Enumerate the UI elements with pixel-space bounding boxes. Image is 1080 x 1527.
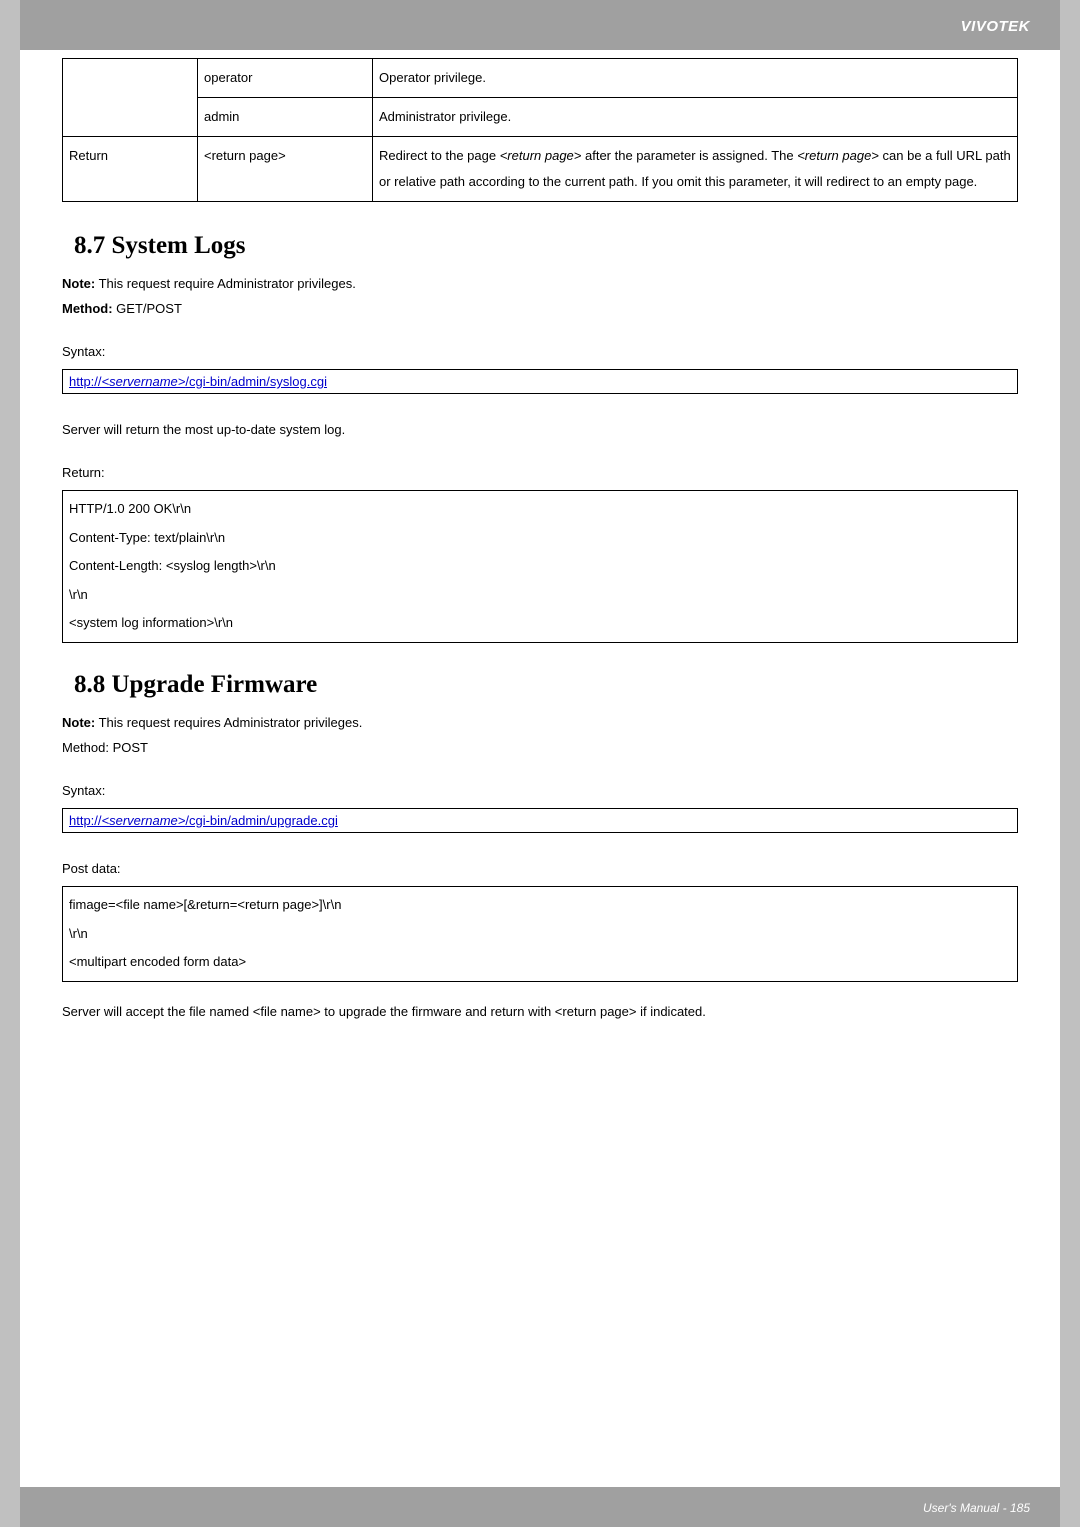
cell-return-desc: Redirect to the page <return page> after… <box>373 137 1018 202</box>
cell-admin: admin <box>198 98 373 137</box>
url-box: http://<servername>/cgi-bin/admin/syslog… <box>62 369 1018 394</box>
url-box: http://<servername>/cgi-bin/admin/upgrad… <box>62 808 1018 833</box>
section-heading-87: 8.7 System Logs <box>74 232 1018 260</box>
page: VIVOTEK operator Operator privilege. adm… <box>20 0 1060 1527</box>
return-code-box: HTTP/1.0 200 OK\r\n Content-Type: text/p… <box>62 490 1018 643</box>
table-row: Return <return page> Redirect to the pag… <box>63 137 1018 202</box>
url-frag-italic: <servername> <box>102 374 186 389</box>
url-frag-italic: <servername> <box>102 813 186 828</box>
cell-operator: operator <box>198 59 373 98</box>
code-line: \r\n <box>69 581 1011 610</box>
parameter-table: operator Operator privilege. admin Admin… <box>62 58 1018 202</box>
method-label: Method: <box>62 301 113 316</box>
text-frag: after the parameter is assigned. The <box>581 148 797 163</box>
code-line: <multipart encoded form data> <box>69 948 1011 977</box>
footer-bar: User's Manual - 185 <box>20 1487 1060 1527</box>
section-heading-88: 8.8 Upgrade Firmware <box>74 671 1018 699</box>
method-line: Method: POST <box>62 740 1018 755</box>
table-row: operator Operator privilege. <box>63 59 1018 98</box>
syslog-url-link[interactable]: http://<servername>/cgi-bin/admin/syslog… <box>69 374 327 389</box>
cell-return-page: <return page> <box>198 137 373 202</box>
syntax-label: Syntax: <box>62 344 1018 359</box>
code-line: Content-Type: text/plain\r\n <box>69 524 1011 553</box>
cell-operator-desc: Operator privilege. <box>373 59 1018 98</box>
text-frag-italic: <return page> <box>797 148 879 163</box>
note-line: Note: This request require Administrator… <box>62 276 1018 291</box>
upgrade-url-link[interactable]: http://<servername>/cgi-bin/admin/upgrad… <box>69 813 338 828</box>
code-line: <system log information>\r\n <box>69 609 1011 638</box>
code-line: \r\n <box>69 920 1011 949</box>
note-text: This request require Administrator privi… <box>95 276 356 291</box>
footer-text: User's Manual - 185 <box>923 1501 1030 1515</box>
code-line: fimage=<file name>[&return=<return page>… <box>69 891 1011 920</box>
method-line: Method: GET/POST <box>62 301 1018 316</box>
cell-admin-desc: Administrator privilege. <box>373 98 1018 137</box>
note-text: This request requires Administrator priv… <box>95 715 362 730</box>
note-label: Note: <box>62 276 95 291</box>
url-frag: /cgi-bin/admin/syslog.cgi <box>185 374 327 389</box>
code-line: Content-Length: <syslog length>\r\n <box>69 552 1011 581</box>
cell-return: Return <box>63 137 198 202</box>
text-frag: Redirect to the page <box>379 148 500 163</box>
post-data-label: Post data: <box>62 861 1018 876</box>
return-label: Return: <box>62 465 1018 480</box>
after-post-text: Server will accept the file named <file … <box>62 1004 1018 1019</box>
brand-text: VIVOTEK <box>961 18 1030 35</box>
url-frag: http:// <box>69 374 102 389</box>
method-text: GET/POST <box>113 301 182 316</box>
table-row: admin Administrator privilege. <box>63 98 1018 137</box>
url-frag: /cgi-bin/admin/upgrade.cgi <box>185 813 337 828</box>
code-line: HTTP/1.0 200 OK\r\n <box>69 495 1011 524</box>
syntax-label: Syntax: <box>62 783 1018 798</box>
url-frag: http:// <box>69 813 102 828</box>
header-bar: VIVOTEK <box>20 0 1060 50</box>
text-frag-italic: <return page> <box>500 148 582 163</box>
note-label: Note: <box>62 715 95 730</box>
content-area: operator Operator privilege. admin Admin… <box>20 50 1060 1019</box>
note-line: Note: This request requires Administrato… <box>62 715 1018 730</box>
cell-empty <box>63 59 198 137</box>
post-data-box: fimage=<file name>[&return=<return page>… <box>62 886 1018 982</box>
after-syntax-text: Server will return the most up-to-date s… <box>62 422 1018 437</box>
